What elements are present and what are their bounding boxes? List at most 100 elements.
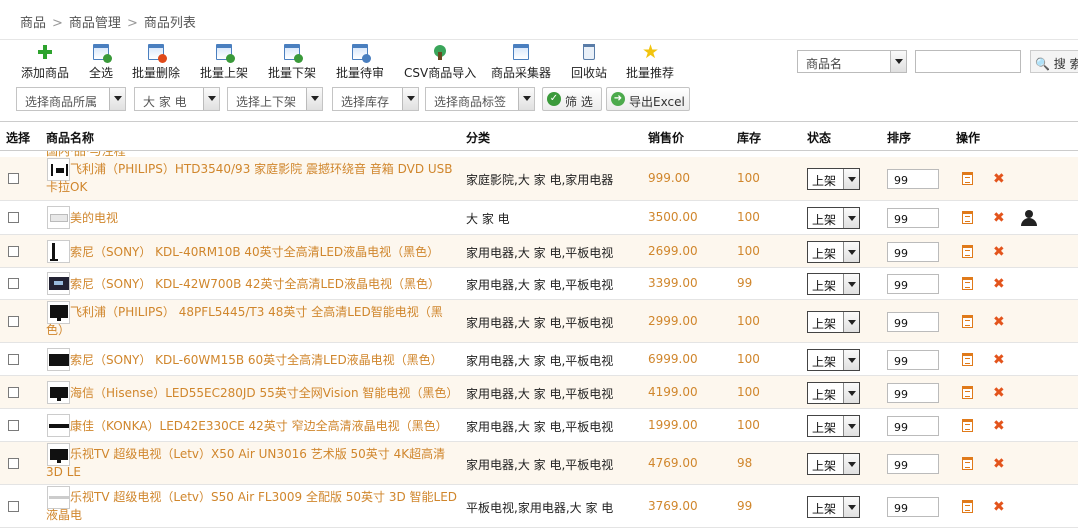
row-select-checkbox[interactable]	[8, 315, 19, 327]
col-sort: 排序	[887, 131, 912, 145]
batch-delete-button[interactable]: 批量删除	[132, 44, 180, 81]
status-select[interactable]: 上架	[807, 414, 860, 437]
chevron-down-icon	[890, 51, 906, 72]
delete-icon[interactable]: ✖	[993, 277, 1005, 291]
row-select-checkbox[interactable]	[8, 278, 19, 289]
status-select-value: 上架	[812, 174, 837, 188]
product-name-link[interactable]: 飞利浦（PHILIPS）HTD3540/93 家庭影院 震撼环绕音 音箱 DVD…	[46, 160, 458, 196]
row-select-checkbox[interactable]	[8, 457, 19, 469]
product-name-link[interactable]: 乐视TV 超级电视（Letv）X50 Air UN3016 艺术版 50英寸 4…	[46, 445, 458, 481]
status-select[interactable]: 上架	[807, 273, 860, 295]
search-input[interactable]	[915, 50, 1021, 73]
delete-icon[interactable]: ✖	[993, 211, 1005, 225]
chevron-down-icon	[843, 496, 859, 517]
tag-select[interactable]: 选择商品标签	[425, 87, 535, 111]
product-name-link[interactable]: 索尼（SONY） KDL-40RM10B 40英寸全高清LED液晶电视（黑色）	[46, 243, 458, 261]
sort-input[interactable]: 99	[887, 496, 939, 517]
delete-icon[interactable]: ✖	[993, 386, 1005, 400]
edit-icon[interactable]	[962, 244, 973, 258]
table-row: 海信（Hisense）LED55EC280JD 55英寸全网Vision 智能电…	[0, 376, 1078, 409]
search-field-select[interactable]: 商品名	[797, 50, 907, 73]
status-select[interactable]: 上架	[807, 240, 860, 263]
recycle-bin-button[interactable]: 回收站	[571, 44, 607, 81]
status-select[interactable]: 上架	[807, 168, 860, 190]
edit-icon[interactable]	[962, 385, 973, 399]
product-name-link[interactable]: 乐视TV 超级电视（Letv）S50 Air FL3009 全配版 50英寸 3…	[46, 488, 458, 524]
collector-button[interactable]: 商品采集器	[491, 44, 551, 81]
edit-icon[interactable]	[962, 211, 973, 224]
product-name-link[interactable]: 飞利浦（PHILIPS） 48PFL5445/T3 48英寸 全高清LED智能电…	[46, 303, 458, 339]
product-price: 999.00	[648, 171, 690, 185]
table-row: 乐视TV 超级电视（Letv）X50 Air UN3016 艺术版 50英寸 4…	[0, 442, 1078, 485]
status-select[interactable]: 上架	[807, 310, 860, 333]
status-select[interactable]: 上架	[807, 207, 860, 229]
edit-icon[interactable]	[962, 418, 973, 432]
product-category: 家用电器,大 家 电,平板电视	[466, 245, 614, 260]
product-name-link[interactable]: 海信（Hisense）LED55EC280JD 55英寸全网Vision 智能电…	[46, 384, 458, 402]
stock-select[interactable]: 选择库存	[332, 87, 419, 111]
sort-input[interactable]: 99	[887, 382, 939, 403]
shelf-select[interactable]: 选择上下架	[227, 87, 323, 111]
edit-icon[interactable]	[962, 456, 973, 470]
status-select[interactable]: 上架	[807, 348, 860, 371]
sort-input[interactable]: 99	[887, 208, 939, 228]
row-select-checkbox[interactable]	[8, 212, 19, 223]
delete-icon[interactable]: ✖	[993, 245, 1005, 259]
row-select-checkbox[interactable]	[8, 245, 19, 257]
sort-input[interactable]: 99	[887, 169, 939, 189]
owner-select[interactable]: 选择商品所属	[16, 87, 126, 111]
row-select-checkbox[interactable]	[8, 500, 19, 512]
delete-icon[interactable]: ✖	[993, 172, 1005, 186]
edit-icon[interactable]	[962, 352, 973, 366]
batch-online-button[interactable]: 批量上架	[200, 44, 248, 81]
status-select[interactable]: 上架	[807, 495, 860, 518]
export-excel-button[interactable]: ➜ 导出Excel	[606, 87, 690, 111]
delete-icon[interactable]: ✖	[993, 353, 1005, 367]
breadcrumb-item-goods-list: 商品列表	[143, 16, 196, 31]
chevron-down-icon	[306, 88, 322, 110]
product-name-link[interactable]: 索尼（SONY） KDL-60WM15B 60英寸全高清LED液晶电视（黑色）	[46, 351, 458, 369]
sort-input[interactable]: 99	[887, 274, 939, 294]
batch-offline-button[interactable]: 批量下架	[268, 44, 316, 81]
csv-import-button[interactable]: CSV商品导入	[404, 44, 476, 81]
filter-button[interactable]: ✓ 筛 选	[542, 87, 602, 111]
status-select[interactable]: 上架	[807, 381, 860, 404]
batch-recommend-label: 批量推荐	[626, 66, 675, 80]
breadcrumb-item-goods-management[interactable]: 商品管理	[69, 16, 121, 31]
add-goods-button[interactable]: 添加商品	[21, 44, 69, 81]
status-select[interactable]: 上架	[807, 452, 860, 475]
filter-bar: 选择商品所属 大 家 电 选择上下架 选择库存 选择商品标签 ✓ 筛 选 ➜ 导…	[0, 82, 1078, 120]
product-name-link[interactable]: 康佳（KONKA）LED42E330CE 42英寸 窄边全高清液晶电视（黑色）	[46, 417, 458, 435]
edit-icon[interactable]	[962, 499, 973, 513]
row-select-checkbox[interactable]	[8, 173, 19, 184]
sort-input[interactable]: 99	[887, 415, 939, 436]
sort-input[interactable]: 99	[887, 311, 939, 332]
row-select-checkbox[interactable]	[8, 419, 19, 431]
delete-icon[interactable]: ✖	[993, 419, 1005, 433]
edit-icon[interactable]	[962, 277, 973, 290]
row-select-checkbox[interactable]	[8, 386, 19, 398]
product-name-link[interactable]: 索尼（SONY） KDL-42W700B 42英寸全高清LED液晶电视（黑色）	[46, 275, 458, 293]
edit-icon[interactable]	[962, 314, 973, 328]
delete-icon[interactable]: ✖	[993, 315, 1005, 329]
csv-import-label: CSV商品导入	[404, 66, 477, 80]
sort-input[interactable]: 99	[887, 349, 939, 370]
recycle-bin-icon	[583, 44, 595, 60]
row-select-checkbox[interactable]	[8, 353, 19, 365]
col-stock: 库存	[737, 131, 762, 145]
delete-icon[interactable]: ✖	[993, 500, 1005, 514]
col-category: 分类	[466, 131, 491, 145]
sort-input[interactable]: 99	[887, 453, 939, 474]
breadcrumb-item-goods[interactable]: 商品	[20, 16, 46, 31]
product-price: 4769.00	[648, 455, 698, 470]
product-name-link[interactable]: 美的电视	[46, 209, 458, 227]
search-button[interactable]: 🔍 搜 索	[1030, 50, 1078, 73]
category-select[interactable]: 大 家 电	[134, 87, 220, 111]
select-all-button[interactable]: 全选	[89, 44, 113, 81]
batch-pending-button[interactable]: 批量待审	[336, 44, 384, 81]
sort-input[interactable]: 99	[887, 241, 939, 262]
batch-recommend-button[interactable]: ★ 批量推荐	[626, 43, 675, 81]
edit-icon[interactable]	[962, 172, 973, 185]
delete-icon[interactable]: ✖	[993, 457, 1005, 471]
user-icon[interactable]	[1021, 210, 1037, 226]
